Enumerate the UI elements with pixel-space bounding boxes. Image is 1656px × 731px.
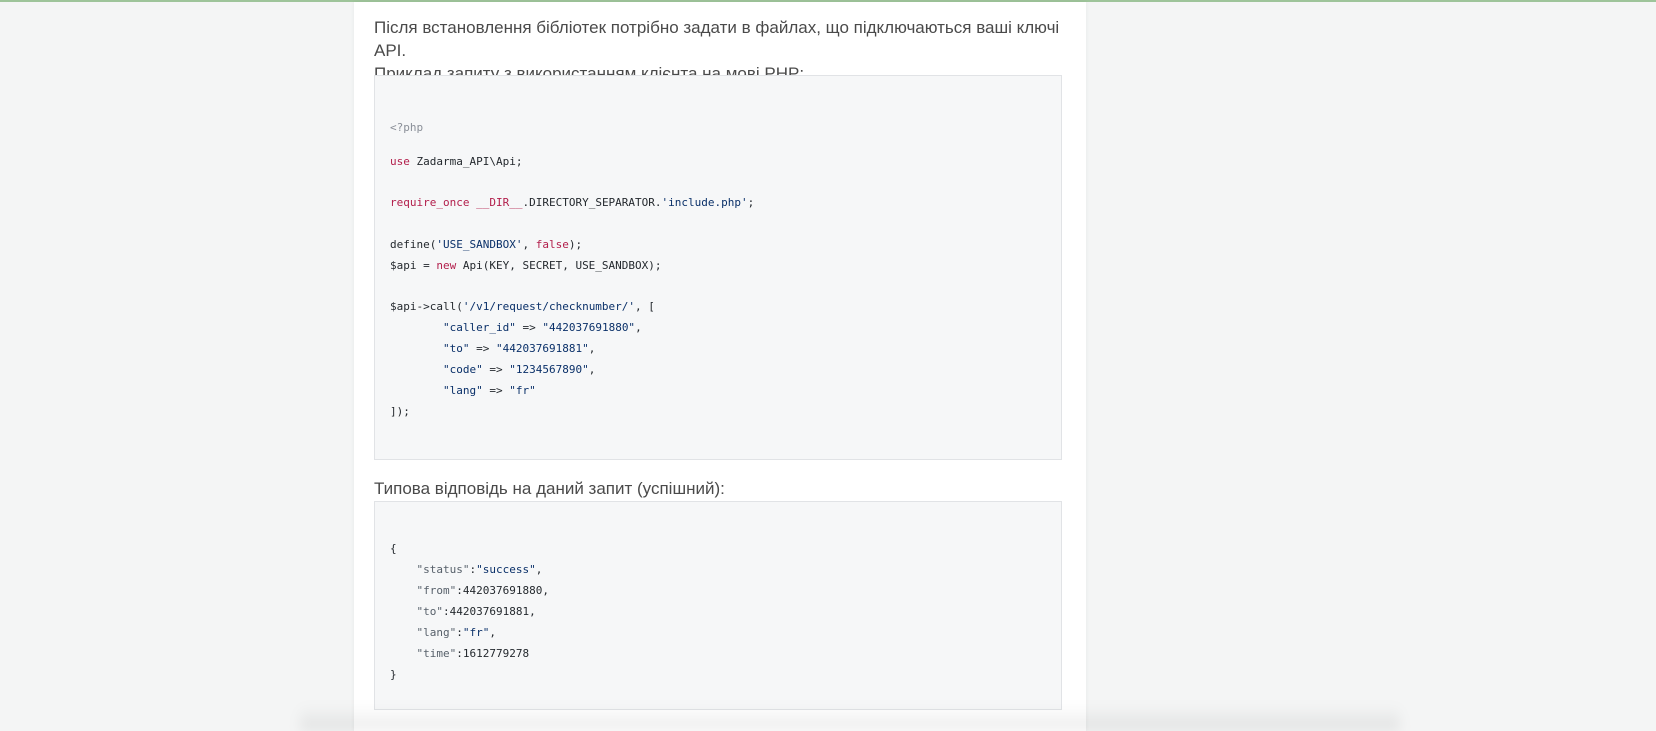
json-close: } bbox=[390, 668, 397, 681]
code-line-code: "code" => "1234567890", bbox=[390, 363, 596, 376]
code-line-api-new: $api = new Api(KEY, SECRET, USE_SANDBOX)… bbox=[390, 259, 662, 272]
request-code-block[interactable]: <?php use Zadarma_API\Api; require_once … bbox=[374, 75, 1062, 460]
intro-line-1: Після встановлення бібліотек потрібно за… bbox=[374, 18, 1060, 60]
code-line-require: require_once __DIR__.DIRECTORY_SEPARATOR… bbox=[390, 196, 755, 209]
json-line-lang: "lang":"fr", bbox=[390, 626, 496, 639]
code-line-use: use Zadarma_API\Api; bbox=[390, 155, 523, 168]
json-open: { bbox=[390, 542, 397, 555]
json-line-from: "from":442037691880, bbox=[390, 584, 549, 597]
code-line-define: define('USE_SANDBOX', false); bbox=[390, 238, 583, 251]
code-line-caller-id: "caller_id" => "442037691880", bbox=[390, 321, 642, 334]
code-line-php-open: <?php bbox=[390, 121, 424, 134]
article-content: Після встановлення бібліотек потрібно за… bbox=[354, 2, 1086, 731]
code-line-to: "to" => "442037691881", bbox=[390, 342, 596, 355]
code-line-lang: "lang" => "fr" bbox=[390, 384, 536, 397]
code-line-api-call: $api->call('/v1/request/checknumber/', [ bbox=[390, 300, 655, 313]
code-line-close: ]); bbox=[390, 405, 410, 418]
json-line-status: "status":"success", bbox=[390, 563, 543, 576]
json-line-to: "to":442037691881, bbox=[390, 605, 536, 618]
json-line-time: "time":1612779278 bbox=[390, 647, 530, 660]
response-title: Типова відповідь на даний запит (успішни… bbox=[374, 479, 725, 498]
response-code-block[interactable]: { "status":"success", "from":44203769188… bbox=[374, 501, 1062, 710]
